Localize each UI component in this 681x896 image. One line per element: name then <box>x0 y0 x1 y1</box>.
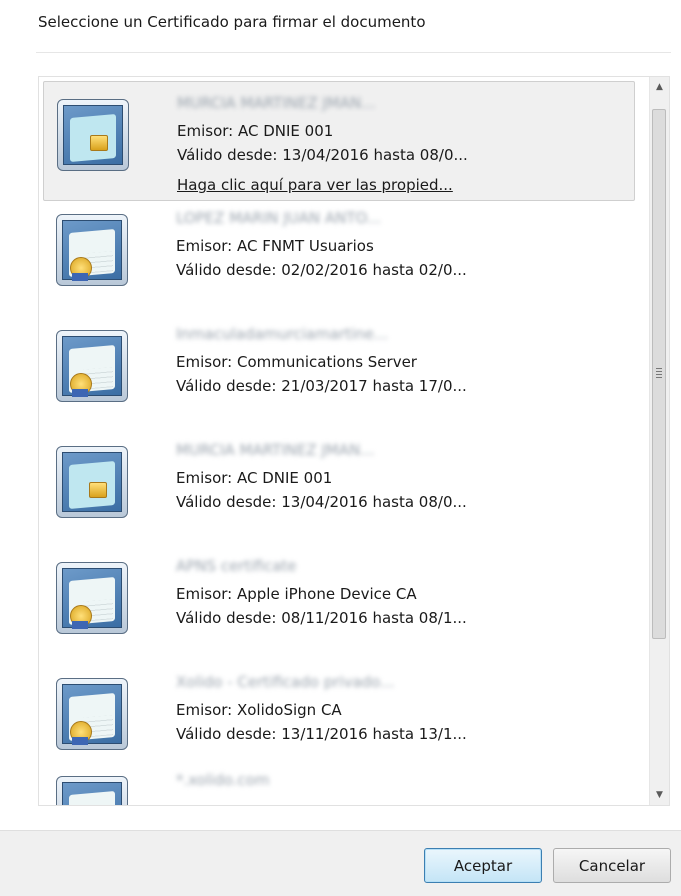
certificate-issuer: Emisor: Apple iPhone Device CA <box>176 585 417 603</box>
certificate-name: LOPEZ MARIN JUAN ANTO... <box>176 209 382 227</box>
certificate-item[interactable]: Inmaculadamurciamartine... Emisor: Commu… <box>43 313 635 433</box>
certificate-issuer: Emisor: AC DNIE 001 <box>177 122 334 140</box>
certificate-validity: Válido desde: 08/11/2016 hasta 08/1... <box>176 609 467 627</box>
cancel-button[interactable]: Cancelar <box>553 848 671 883</box>
certificate-name: Xolido - Certificado privado... <box>176 673 395 691</box>
smartcard-certificate-icon <box>56 446 128 518</box>
certificate-name: Inmaculadamurciamartine... <box>176 325 389 343</box>
scroll-down-arrow-icon[interactable]: ▼ <box>650 785 669 805</box>
certificate-seal-icon <box>56 330 128 402</box>
smartcard-certificate-icon <box>57 99 129 171</box>
scroll-up-arrow-icon[interactable]: ▲ <box>650 77 669 97</box>
certificate-issuer: Emisor: AC DNIE 001 <box>176 469 333 487</box>
certificate-name: APNS certificate <box>176 557 297 575</box>
certificate-list[interactable]: MURCIA MARTINEZ JMAN... Emisor: AC DNIE … <box>38 76 670 806</box>
certificate-seal-icon <box>56 562 128 634</box>
vertical-scrollbar[interactable]: ▲ ▼ <box>649 77 669 805</box>
certificate-item[interactable]: LOPEZ MARIN JUAN ANTO... Emisor: AC FNMT… <box>43 197 635 317</box>
dialog-footer: Aceptar Cancelar <box>0 830 681 896</box>
certificate-issuer: Emisor: Communications Server <box>176 353 417 371</box>
certificate-item[interactable]: MURCIA MARTINEZ JMAN... Emisor: AC DNIE … <box>43 81 635 201</box>
scrollbar-thumb[interactable] <box>652 109 666 639</box>
certificate-name: MURCIA MARTINEZ JMAN... <box>176 441 375 459</box>
certificate-issuer: Emisor: AC FNMT Usuarios <box>176 237 374 255</box>
certificate-validity: Válido desde: 13/04/2016 hasta 08/0... <box>177 146 468 164</box>
certificate-item[interactable]: *.xolido.com <box>43 759 635 805</box>
certificate-seal-icon <box>56 776 128 805</box>
view-properties-link[interactable]: Haga clic aquí para ver las propied... <box>177 176 453 194</box>
accept-button[interactable]: Aceptar <box>424 848 542 883</box>
dialog-title: Seleccione un Certificado para firmar el… <box>38 13 426 31</box>
certificate-validity: Válido desde: 02/02/2016 hasta 02/0... <box>176 261 467 279</box>
certificate-name: *.xolido.com <box>176 771 270 789</box>
certificate-seal-icon <box>56 214 128 286</box>
certificate-name: MURCIA MARTINEZ JMAN... <box>177 94 376 112</box>
certificate-validity: Válido desde: 21/03/2017 hasta 17/0... <box>176 377 467 395</box>
title-divider <box>36 52 671 53</box>
certificate-validity: Válido desde: 13/11/2016 hasta 13/1... <box>176 725 467 743</box>
certificate-validity: Válido desde: 13/04/2016 hasta 08/0... <box>176 493 467 511</box>
certificate-item[interactable]: MURCIA MARTINEZ JMAN... Emisor: AC DNIE … <box>43 429 635 549</box>
certificate-issuer: Emisor: XolidoSign CA <box>176 701 342 719</box>
grip-icon <box>656 368 662 378</box>
certificate-seal-icon <box>56 678 128 750</box>
certificate-item[interactable]: APNS certificate Emisor: Apple iPhone De… <box>43 545 635 665</box>
